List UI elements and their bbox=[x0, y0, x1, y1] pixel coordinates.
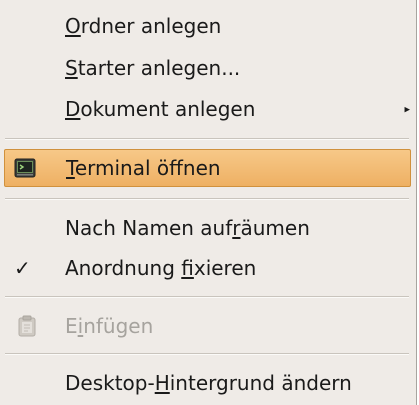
menu-item-label: Terminal öffnen bbox=[66, 156, 221, 180]
menu-separator bbox=[5, 198, 409, 200]
menu-item-label: Dokument anlegen bbox=[65, 97, 256, 121]
paste-icon bbox=[18, 315, 36, 337]
menu-separator bbox=[5, 296, 409, 298]
menu-item-label: Ordner anlegen bbox=[65, 14, 222, 38]
menu-item-keep-aligned[interactable]: ✓ Anordnung fixieren bbox=[4, 249, 411, 287]
checkmark-icon: ✓ bbox=[14, 256, 31, 280]
submenu-arrow-icon: ▸ bbox=[404, 102, 410, 116]
menu-item-label: Anordnung fixieren bbox=[65, 256, 257, 280]
desktop-context-menu: Ordner anlegen Starter anlegen... Dokume… bbox=[0, 0, 417, 405]
menu-item-create-launcher[interactable]: Starter anlegen... bbox=[4, 49, 411, 87]
menu-separator bbox=[5, 138, 409, 140]
menu-item-label: Desktop-Hintergrund ändern bbox=[65, 371, 352, 395]
menu-item-create-folder[interactable]: Ordner anlegen bbox=[4, 7, 411, 45]
menu-item-arrange-by-name[interactable]: Nach Namen aufräumen bbox=[4, 209, 411, 247]
terminal-icon bbox=[14, 158, 36, 178]
menu-item-change-background[interactable]: Desktop-Hintergrund ändern bbox=[4, 364, 411, 402]
menu-item-label: Nach Namen aufräumen bbox=[65, 216, 310, 240]
menu-item-label: Starter anlegen... bbox=[65, 56, 241, 80]
menu-separator bbox=[5, 353, 409, 355]
menu-item-create-document[interactable]: Dokument anlegen ▸ bbox=[4, 90, 411, 128]
menu-item-paste: Einfügen bbox=[4, 307, 411, 345]
menu-item-label: Einfügen bbox=[65, 314, 154, 338]
menu-item-open-terminal[interactable]: Terminal öffnen bbox=[4, 149, 411, 187]
